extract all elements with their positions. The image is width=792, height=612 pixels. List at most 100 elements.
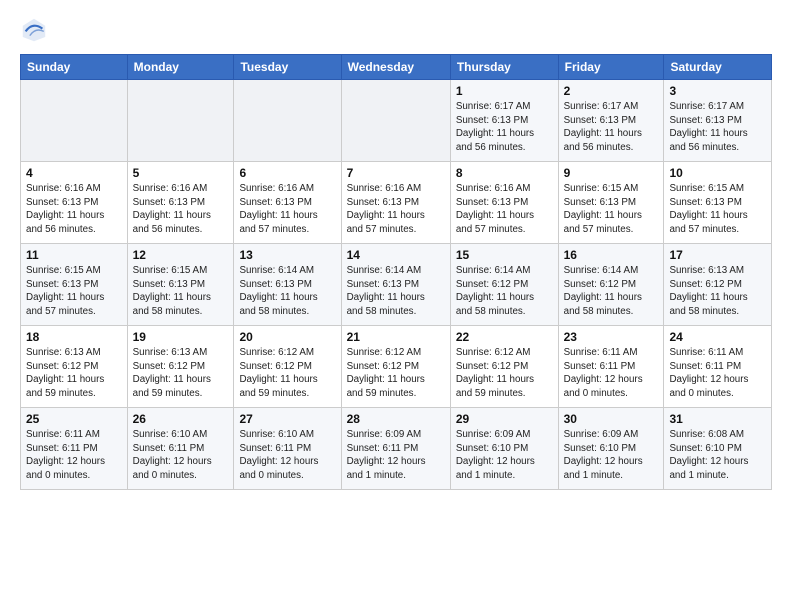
- day-info: Sunrise: 6:15 AM Sunset: 6:13 PM Dayligh…: [564, 182, 659, 237]
- day-number: 19: [133, 330, 229, 344]
- day-info: Sunrise: 6:11 AM Sunset: 6:11 PM Dayligh…: [669, 346, 766, 401]
- calendar-cell: 3 Sunrise: 6:17 AM Sunset: 6:13 PM Daylig…: [664, 80, 772, 162]
- calendar-cell: 19 Sunrise: 6:13 AM Sunset: 6:12 PM Dayli…: [127, 326, 234, 408]
- calendar-cell: 21 Sunrise: 6:12 AM Sunset: 6:12 PM Dayli…: [341, 326, 450, 408]
- logo: [20, 16, 52, 44]
- day-info: Sunrise: 6:09 AM Sunset: 6:11 PM Dayligh…: [347, 428, 445, 483]
- day-info: Sunrise: 6:13 AM Sunset: 6:12 PM Dayligh…: [133, 346, 229, 401]
- calendar-cell: [234, 80, 341, 162]
- calendar-cell: [341, 80, 450, 162]
- day-number: 7: [347, 166, 445, 180]
- day-info: Sunrise: 6:14 AM Sunset: 6:13 PM Dayligh…: [239, 264, 335, 319]
- day-number: 18: [26, 330, 122, 344]
- day-info: Sunrise: 6:12 AM Sunset: 6:12 PM Dayligh…: [239, 346, 335, 401]
- calendar-cell: 5 Sunrise: 6:16 AM Sunset: 6:13 PM Daylig…: [127, 162, 234, 244]
- day-info: Sunrise: 6:12 AM Sunset: 6:12 PM Dayligh…: [456, 346, 553, 401]
- day-number: 8: [456, 166, 553, 180]
- logo-icon: [20, 16, 48, 44]
- page-container: SundayMondayTuesdayWednesdayThursdayFrid…: [0, 0, 792, 500]
- day-info: Sunrise: 6:15 AM Sunset: 6:13 PM Dayligh…: [669, 182, 766, 237]
- day-info: Sunrise: 6:15 AM Sunset: 6:13 PM Dayligh…: [133, 264, 229, 319]
- calendar-cell: 18 Sunrise: 6:13 AM Sunset: 6:12 PM Dayli…: [21, 326, 128, 408]
- day-number: 14: [347, 248, 445, 262]
- day-number: 22: [456, 330, 553, 344]
- day-number: 28: [347, 412, 445, 426]
- day-info: Sunrise: 6:17 AM Sunset: 6:13 PM Dayligh…: [456, 100, 553, 155]
- calendar-cell: 14 Sunrise: 6:14 AM Sunset: 6:13 PM Dayli…: [341, 244, 450, 326]
- calendar-cell: 26 Sunrise: 6:10 AM Sunset: 6:11 PM Dayli…: [127, 408, 234, 490]
- day-info: Sunrise: 6:16 AM Sunset: 6:13 PM Dayligh…: [133, 182, 229, 237]
- weekday-header-thursday: Thursday: [450, 55, 558, 80]
- day-info: Sunrise: 6:11 AM Sunset: 6:11 PM Dayligh…: [564, 346, 659, 401]
- day-info: Sunrise: 6:16 AM Sunset: 6:13 PM Dayligh…: [239, 182, 335, 237]
- calendar-cell: 11 Sunrise: 6:15 AM Sunset: 6:13 PM Dayli…: [21, 244, 128, 326]
- calendar-cell: 7 Sunrise: 6:16 AM Sunset: 6:13 PM Daylig…: [341, 162, 450, 244]
- day-info: Sunrise: 6:10 AM Sunset: 6:11 PM Dayligh…: [133, 428, 229, 483]
- day-number: 23: [564, 330, 659, 344]
- day-info: Sunrise: 6:14 AM Sunset: 6:13 PM Dayligh…: [347, 264, 445, 319]
- day-info: Sunrise: 6:14 AM Sunset: 6:12 PM Dayligh…: [456, 264, 553, 319]
- day-info: Sunrise: 6:17 AM Sunset: 6:13 PM Dayligh…: [669, 100, 766, 155]
- day-info: Sunrise: 6:16 AM Sunset: 6:13 PM Dayligh…: [26, 182, 122, 237]
- day-info: Sunrise: 6:13 AM Sunset: 6:12 PM Dayligh…: [669, 264, 766, 319]
- week-row-1: 1 Sunrise: 6:17 AM Sunset: 6:13 PM Daylig…: [21, 80, 772, 162]
- day-number: 10: [669, 166, 766, 180]
- day-number: 26: [133, 412, 229, 426]
- day-info: Sunrise: 6:09 AM Sunset: 6:10 PM Dayligh…: [456, 428, 553, 483]
- calendar-cell: 15Sunrise: 6:14 AM Sunset: 6:12 PM Dayli…: [450, 244, 558, 326]
- day-info: Sunrise: 6:15 AM Sunset: 6:13 PM Dayligh…: [26, 264, 122, 319]
- day-number: 6: [239, 166, 335, 180]
- calendar-body: 1 Sunrise: 6:17 AM Sunset: 6:13 PM Daylig…: [21, 80, 772, 490]
- day-number: 13: [239, 248, 335, 262]
- day-info: Sunrise: 6:16 AM Sunset: 6:13 PM Dayligh…: [456, 182, 553, 237]
- week-row-5: 25Sunrise: 6:11 AM Sunset: 6:11 PM Dayli…: [21, 408, 772, 490]
- day-number: 3: [669, 84, 766, 98]
- day-info: Sunrise: 6:16 AM Sunset: 6:13 PM Dayligh…: [347, 182, 445, 237]
- day-number: 16: [564, 248, 659, 262]
- calendar-header: SundayMondayTuesdayWednesdayThursdayFrid…: [21, 55, 772, 80]
- day-number: 1: [456, 84, 553, 98]
- calendar-cell: 25Sunrise: 6:11 AM Sunset: 6:11 PM Dayli…: [21, 408, 128, 490]
- calendar-cell: 8 Sunrise: 6:16 AM Sunset: 6:13 PM Daylig…: [450, 162, 558, 244]
- calendar-cell: 2Sunrise: 6:17 AM Sunset: 6:13 PM Daylig…: [558, 80, 664, 162]
- day-number: 31: [669, 412, 766, 426]
- day-number: 21: [347, 330, 445, 344]
- day-number: 25: [26, 412, 122, 426]
- day-info: Sunrise: 6:14 AM Sunset: 6:12 PM Dayligh…: [564, 264, 659, 319]
- day-number: 30: [564, 412, 659, 426]
- calendar-cell: 29 Sunrise: 6:09 AM Sunset: 6:10 PM Dayli…: [450, 408, 558, 490]
- day-number: 11: [26, 248, 122, 262]
- calendar-cell: 10 Sunrise: 6:15 AM Sunset: 6:13 PM Dayli…: [664, 162, 772, 244]
- day-info: Sunrise: 6:08 AM Sunset: 6:10 PM Dayligh…: [669, 428, 766, 483]
- weekday-header-monday: Monday: [127, 55, 234, 80]
- day-number: 9: [564, 166, 659, 180]
- day-number: 5: [133, 166, 229, 180]
- header: [20, 16, 772, 44]
- calendar-cell: 23 Sunrise: 6:11 AM Sunset: 6:11 PM Dayli…: [558, 326, 664, 408]
- day-info: Sunrise: 6:09 AM Sunset: 6:10 PM Dayligh…: [564, 428, 659, 483]
- weekday-header-saturday: Saturday: [664, 55, 772, 80]
- weekday-header-sunday: Sunday: [21, 55, 128, 80]
- day-number: 29: [456, 412, 553, 426]
- day-info: Sunrise: 6:12 AM Sunset: 6:12 PM Dayligh…: [347, 346, 445, 401]
- day-number: 17: [669, 248, 766, 262]
- weekday-header-wednesday: Wednesday: [341, 55, 450, 80]
- week-row-3: 11 Sunrise: 6:15 AM Sunset: 6:13 PM Dayli…: [21, 244, 772, 326]
- calendar-cell: 6 Sunrise: 6:16 AM Sunset: 6:13 PM Daylig…: [234, 162, 341, 244]
- day-number: 27: [239, 412, 335, 426]
- calendar-cell: [21, 80, 128, 162]
- calendar-cell: 20Sunrise: 6:12 AM Sunset: 6:12 PM Dayli…: [234, 326, 341, 408]
- calendar: SundayMondayTuesdayWednesdayThursdayFrid…: [20, 54, 772, 490]
- day-info: Sunrise: 6:17 AM Sunset: 6:13 PM Dayligh…: [564, 100, 659, 155]
- day-info: Sunrise: 6:13 AM Sunset: 6:12 PM Dayligh…: [26, 346, 122, 401]
- weekday-header-tuesday: Tuesday: [234, 55, 341, 80]
- day-number: 24: [669, 330, 766, 344]
- calendar-cell: 16 Sunrise: 6:14 AM Sunset: 6:12 PM Dayli…: [558, 244, 664, 326]
- day-number: 4: [26, 166, 122, 180]
- week-row-2: 4 Sunrise: 6:16 AM Sunset: 6:13 PM Daylig…: [21, 162, 772, 244]
- calendar-cell: 28 Sunrise: 6:09 AM Sunset: 6:11 PM Dayli…: [341, 408, 450, 490]
- calendar-cell: 12Sunrise: 6:15 AM Sunset: 6:13 PM Dayli…: [127, 244, 234, 326]
- calendar-cell: 30 Sunrise: 6:09 AM Sunset: 6:10 PM Dayli…: [558, 408, 664, 490]
- calendar-cell: 1 Sunrise: 6:17 AM Sunset: 6:13 PM Daylig…: [450, 80, 558, 162]
- calendar-cell: 27Sunrise: 6:10 AM Sunset: 6:11 PM Dayli…: [234, 408, 341, 490]
